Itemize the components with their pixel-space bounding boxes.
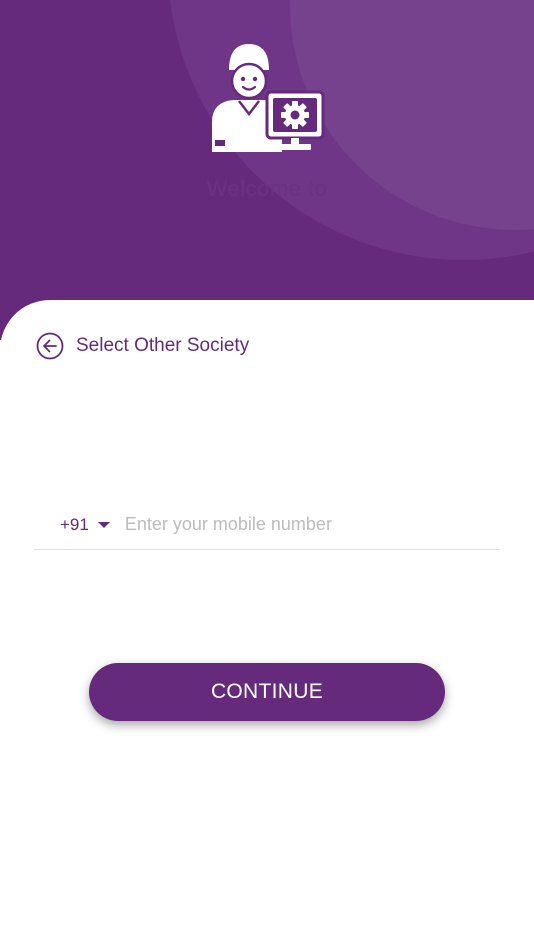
content-card [0, 300, 534, 950]
welcome-text: Welcome to [206, 176, 328, 201]
mobile-number-input[interactable] [124, 514, 500, 535]
country-code-value: +91 [60, 514, 89, 534]
caret-down-icon [97, 521, 110, 528]
select-other-society-label: Select Other Society [76, 335, 250, 356]
technician-computer-icon [212, 44, 325, 152]
select-other-society-button[interactable]: Select Other Society [36, 332, 249, 360]
header-banner: Welcome to [0, 0, 534, 340]
circle-arrow-left-icon [36, 332, 64, 360]
country-code-dropdown[interactable]: +91 [60, 515, 110, 535]
phone-input-row: +91 [34, 500, 500, 550]
continue-button[interactable]: CONTINUE [89, 663, 445, 721]
